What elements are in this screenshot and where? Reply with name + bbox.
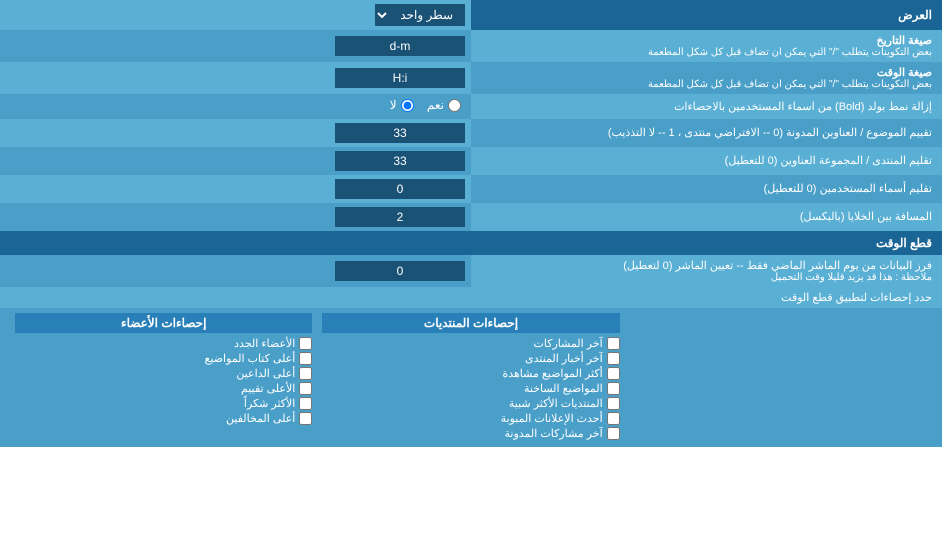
realtime-header: قطع الوقت xyxy=(0,231,942,255)
forum-sort-input[interactable] xyxy=(335,151,465,171)
member-stat-checkbox-4[interactable] xyxy=(299,397,312,410)
realtime-main-label: فرز البيانات من يوم الماشر الماضي فقط --… xyxy=(481,259,932,272)
stat-item-4: المنتديات الأكثر شبية xyxy=(322,397,619,410)
forum-sort-cell xyxy=(0,147,471,175)
cell-gap-input[interactable] xyxy=(335,207,465,227)
stat-checkbox-2[interactable] xyxy=(607,367,620,380)
line-mode-cell: سطر واحد سطران ثلاثة أسطر xyxy=(0,0,471,30)
forum-sort-label: تقليم المنتدى / المجموعة العناوين (0 للت… xyxy=(471,147,942,175)
forum-stats-header: إحصاءات المنتديات xyxy=(322,313,619,333)
bold-yes-radio[interactable] xyxy=(448,99,461,112)
stat-item-6: آخر مشاركات المدونة xyxy=(322,427,619,440)
stats-limit-label: حدد إحصاءات لتطبيق قطع الوقت xyxy=(0,287,942,308)
member-stat-checkbox-0[interactable] xyxy=(299,337,312,350)
time-format-main: صيغة الوقت xyxy=(481,66,932,79)
stat-label-1: آخر أخبار المنتدى xyxy=(525,352,603,365)
bold-yes-label: نعم xyxy=(427,98,444,112)
member-stat-checkbox-5[interactable] xyxy=(299,412,312,425)
date-format-label: صيغة التاريخ بعض التكوينات يتطلب "/" الت… xyxy=(471,30,942,62)
stat-checkbox-1[interactable] xyxy=(607,352,620,365)
member-stat-label-4: الأكثر شكراً xyxy=(244,397,295,410)
stat-label-4: المنتديات الأكثر شبية xyxy=(509,397,603,410)
realtime-note-label: ملاحظة : هذا قد يزيد قليلا وقت التحميل xyxy=(481,272,932,283)
time-format-input[interactable] xyxy=(335,68,465,88)
stat-label-6: آخر مشاركات المدونة xyxy=(505,427,603,440)
member-stat-item-5: أعلى المخالفين xyxy=(15,412,312,425)
cell-gap-cell xyxy=(0,203,471,231)
stat-label-3: المواضيع الساخنة xyxy=(524,382,603,395)
member-stat-label-2: أعلى الداعين xyxy=(236,367,295,380)
member-stat-checkbox-3[interactable] xyxy=(299,382,312,395)
stat-item-2: أكثر المواضيع مشاهدة xyxy=(322,367,619,380)
user-names-cell xyxy=(0,175,471,203)
stat-label-0: آخر المشاركات xyxy=(534,337,603,350)
time-format-cell xyxy=(0,62,471,94)
user-names-label: تقليم أسماء المستخدمين (0 للتعطيل) xyxy=(471,175,942,203)
realtime-field-label: فرز البيانات من يوم الماشر الماضي فقط --… xyxy=(471,255,942,287)
member-stat-label-3: الأعلى تقييم xyxy=(241,382,295,395)
member-stat-item-4: الأكثر شكراً xyxy=(15,397,312,410)
time-format-label: صيغة الوقت بعض التكوينات يتطلب "/" التي … xyxy=(471,62,942,94)
stat-item-3: المواضيع الساخنة xyxy=(322,382,619,395)
member-stat-label-5: أعلى المخالفين xyxy=(226,412,295,425)
member-stat-label-0: الأعضاء الجدد xyxy=(234,337,295,350)
stat-item-5: أحدث الإعلانات المبوبة xyxy=(322,412,619,425)
user-names-input[interactable] xyxy=(335,179,465,199)
line-mode-select[interactable]: سطر واحد سطران ثلاثة أسطر xyxy=(375,4,465,26)
stat-checkbox-4[interactable] xyxy=(607,397,620,410)
topics-sort-input[interactable] xyxy=(335,123,465,143)
realtime-field-input[interactable] xyxy=(335,261,465,281)
stat-item-1: آخر أخبار المنتدى xyxy=(322,352,619,365)
topics-sort-cell xyxy=(0,119,471,147)
member-stat-item-3: الأعلى تقييم xyxy=(15,382,312,395)
topics-sort-label: تقييم الموضوع / العناوين المدونة (0 -- ا… xyxy=(471,119,942,147)
cell-gap-label: المسافة بين الخلايا (بالبكسل) xyxy=(471,203,942,231)
stats-columns: إحصاءات المنتديات آخر المشاركات آخر أخبا… xyxy=(0,308,942,447)
stat-checkbox-0[interactable] xyxy=(607,337,620,350)
bold-no-label: لا xyxy=(390,98,397,112)
bold-no-radio[interactable] xyxy=(401,99,414,112)
date-format-sub: بعض التكوينات يتطلب "/" التي يمكن ان تضا… xyxy=(481,47,932,58)
stats-col2: إحصاءات الأعضاء الأعضاء الجدد أعلى كتاب … xyxy=(10,313,317,442)
member-stat-checkbox-2[interactable] xyxy=(299,367,312,380)
stat-checkbox-3[interactable] xyxy=(607,382,620,395)
stat-checkbox-6[interactable] xyxy=(607,427,620,440)
stats-col0 xyxy=(625,313,932,442)
bold-remove-label: إزالة نمط بولد (Bold) من اسماء المستخدمي… xyxy=(471,94,942,119)
stat-checkbox-5[interactable] xyxy=(607,412,620,425)
member-stat-label-1: أعلى كتاب المواضيع xyxy=(205,352,296,365)
stat-label-5: أحدث الإعلانات المبوبة xyxy=(501,412,603,425)
date-format-main: صيغة التاريخ xyxy=(481,34,932,47)
member-stat-item-2: أعلى الداعين xyxy=(15,367,312,380)
member-stat-item-1: أعلى كتاب المواضيع xyxy=(15,352,312,365)
stat-item-0: آخر المشاركات xyxy=(322,337,619,350)
display-header: العرض xyxy=(471,0,942,30)
bold-remove-cell: نعم لا xyxy=(0,94,471,119)
time-format-sub: بعض التكوينات يتطلب "/" التي يمكن ان تضا… xyxy=(481,79,932,90)
stat-label-2: أكثر المواضيع مشاهدة xyxy=(502,367,602,380)
stats-col1: إحصاءات المنتديات آخر المشاركات آخر أخبا… xyxy=(317,313,624,442)
date-format-input[interactable] xyxy=(335,36,465,56)
member-stats-header: إحصاءات الأعضاء xyxy=(15,313,312,333)
realtime-field-cell xyxy=(0,255,471,287)
member-stat-item-0: الأعضاء الجدد xyxy=(15,337,312,350)
date-format-cell xyxy=(0,30,471,62)
member-stat-checkbox-1[interactable] xyxy=(299,352,312,365)
